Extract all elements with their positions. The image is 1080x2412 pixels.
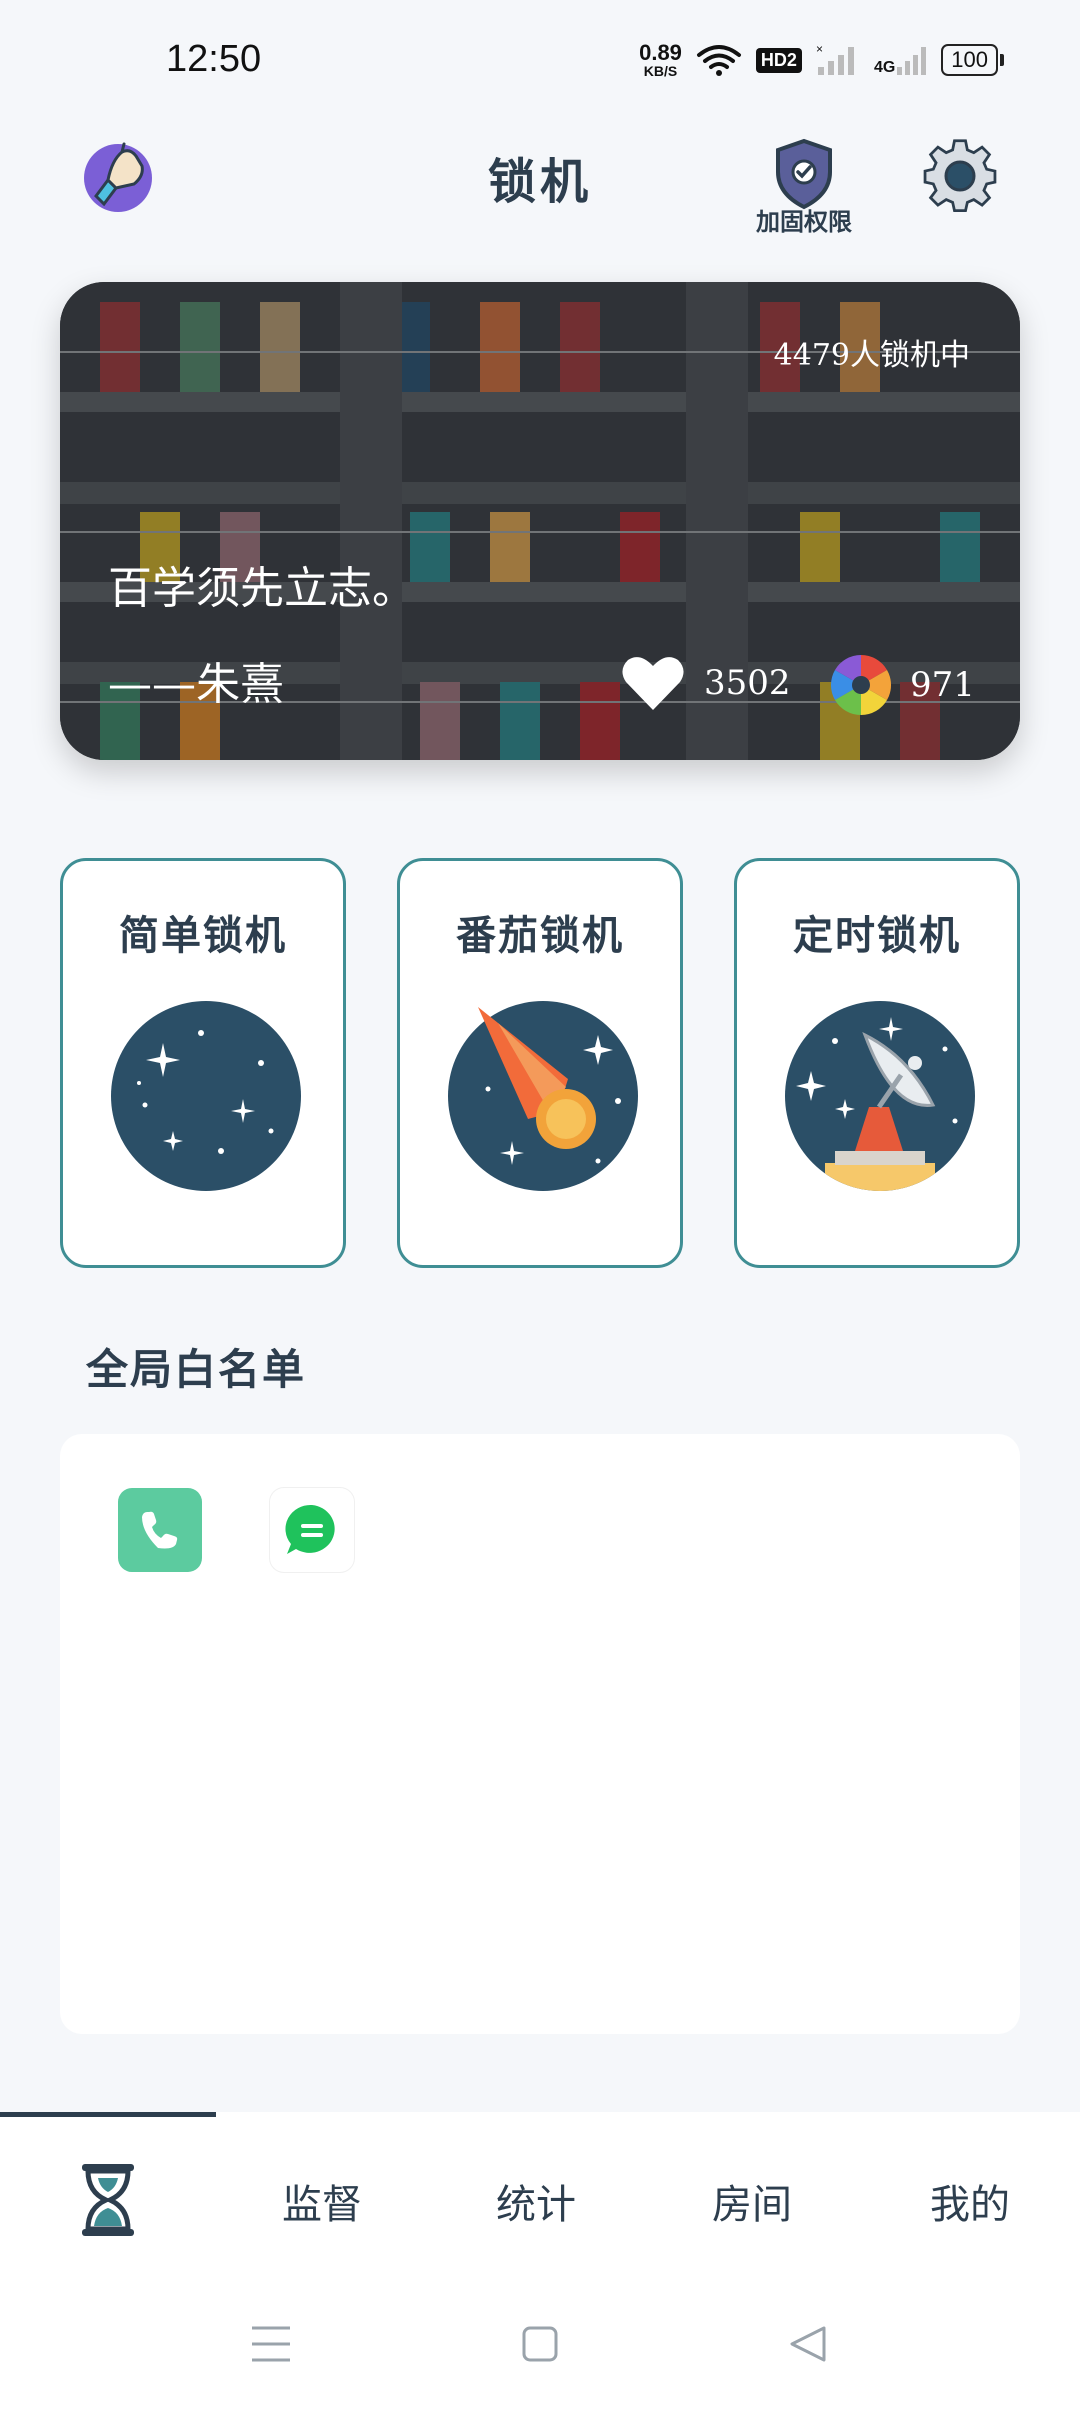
quote-author: ——朱熹 — [108, 659, 284, 710]
phone-icon — [142, 1511, 178, 1549]
signal-4g: 4G — [874, 43, 927, 77]
reinforce-permission-button[interactable]: 加固权限 — [742, 138, 866, 237]
nav-active-indicator — [0, 2112, 216, 2117]
bottom-nav: 监督 统计 房间 我的 — [0, 2112, 1080, 2282]
gear-icon[interactable] — [922, 138, 998, 214]
shield-icon — [776, 138, 832, 210]
nav-room[interactable]: 房间 — [712, 2172, 792, 2230]
nav-statistics[interactable]: 统计 — [496, 2172, 576, 2230]
quote-text: 百学须先立志。 — [108, 563, 416, 614]
comet-icon — [448, 1001, 638, 1191]
like-count: 3502 — [704, 663, 791, 703]
menu-icon[interactable] — [250, 2322, 292, 2366]
starry-planet-icon — [111, 1001, 301, 1191]
back-icon[interactable] — [788, 2322, 828, 2366]
heart-icon — [622, 657, 684, 710]
message-icon — [285, 1504, 335, 1554]
lock-modes: 简单锁机 番茄锁机 定时锁机 — [60, 858, 1020, 1268]
simple-lock-card[interactable]: 简单锁机 — [60, 858, 346, 1268]
nav-mine[interactable]: 我的 — [930, 2172, 1010, 2230]
share-count: 971 — [910, 665, 975, 705]
timed-lock-label: 定时锁机 — [793, 912, 961, 959]
signal-icon-2 — [897, 47, 927, 75]
aperture-icon — [830, 655, 892, 715]
home-icon[interactable] — [520, 2322, 560, 2366]
tomato-lock-card[interactable]: 番茄锁机 — [397, 858, 683, 1268]
status-icons: 0.89 KB/S HD2 × 4G 100 — [639, 38, 1004, 82]
page-title: 锁机 — [487, 154, 592, 210]
whitelist-app-messages[interactable] — [270, 1488, 354, 1572]
status-bar: 12:50 0.89 KB/S HD2 × 4G 100 — [0, 0, 1080, 120]
status-time: 12:50 — [166, 38, 262, 80]
svg-text:×: × — [816, 43, 823, 56]
share-button[interactable]: 971 — [830, 654, 975, 716]
system-nav-bar — [0, 2282, 1080, 2412]
like-button[interactable]: 3502 — [620, 654, 791, 712]
whitelist-panel — [60, 1434, 1020, 2034]
tomato-lock-label: 番茄锁机 — [456, 912, 624, 959]
online-count: 4479人锁机中 — [773, 338, 970, 373]
hourglass-icon[interactable] — [80, 2162, 136, 2238]
signal-icon-1: × — [816, 43, 854, 75]
nav-supervise[interactable]: 监督 — [282, 2172, 362, 2230]
shield-label: 加固权限 — [756, 207, 852, 236]
simple-lock-label: 简单锁机 — [119, 912, 287, 959]
whitelist-title: 全局白名单 — [86, 1345, 307, 1394]
quote-banner[interactable]: 4479人锁机中 百学须先立志。 ——朱熹 3502 971 — [60, 282, 1020, 760]
wifi-icon — [696, 45, 741, 76]
hd-badge: HD2 — [755, 47, 802, 73]
app-header: 锁机 加固权限 — [0, 120, 1080, 236]
whitelist-app-phone[interactable] — [118, 1488, 202, 1572]
satellite-dish-icon — [785, 1001, 975, 1191]
timed-lock-card[interactable]: 定时锁机 — [734, 858, 1020, 1268]
net-speed: 0.89 KB/S — [639, 40, 682, 79]
battery-icon: 100 — [941, 44, 1004, 76]
